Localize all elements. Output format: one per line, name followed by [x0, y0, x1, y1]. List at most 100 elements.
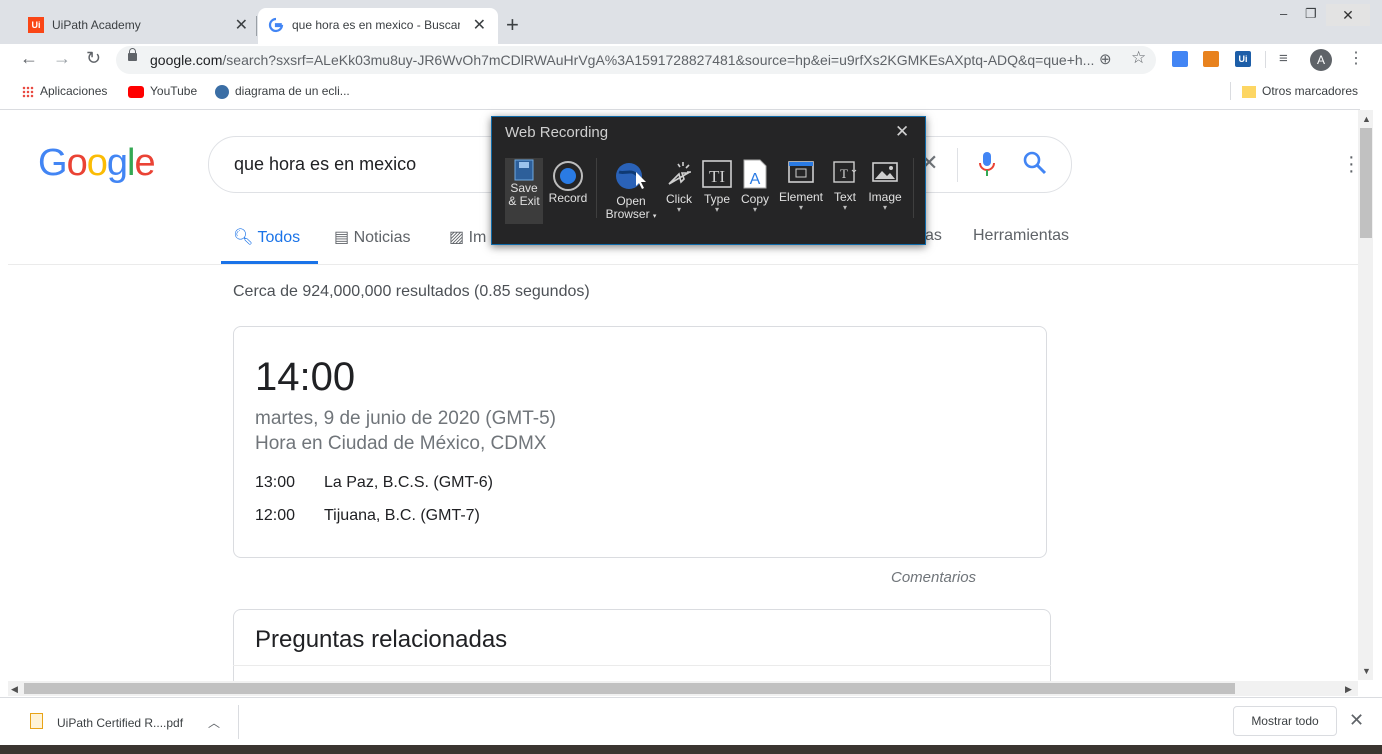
- avatar[interactable]: A: [1310, 49, 1332, 71]
- apps-grid-icon: [22, 85, 34, 98]
- new-tab-icon[interactable]: +: [506, 12, 519, 38]
- uipath-extension-icon[interactable]: Ui: [1235, 51, 1251, 67]
- youtube-icon: [128, 85, 144, 98]
- url-host: google.com: [150, 52, 223, 68]
- bookmark-youtube[interactable]: YouTube: [128, 84, 197, 98]
- tab-noticias[interactable]: ▤ Noticias: [334, 227, 410, 247]
- tab-separator: [256, 16, 257, 36]
- google-favicon-icon: [268, 17, 284, 33]
- tab-todos[interactable]: 🔍︎ Todos: [233, 227, 300, 247]
- download-file-name[interactable]: UiPath Certified R....pdf: [57, 716, 183, 730]
- close-icon[interactable]: ✕: [1349, 710, 1364, 731]
- divider: [8, 264, 1358, 265]
- reload-icon[interactable]: ↻: [86, 48, 101, 69]
- time-location: Hora en Ciudad de México, CDMX: [255, 433, 547, 454]
- scroll-right-icon[interactable]: ▶: [1345, 684, 1352, 695]
- forward-icon[interactable]: →: [53, 48, 71, 69]
- result-stats: Cerca de 924,000,000 resultados (0.85 se…: [233, 283, 590, 300]
- menu-kebab-icon[interactable]: ⋮: [1348, 48, 1364, 68]
- caret-down-icon: ▾: [652, 213, 657, 220]
- horizontal-scroll-thumb[interactable]: [24, 683, 1235, 694]
- save-icon: [514, 159, 534, 181]
- microphone-icon[interactable]: [978, 151, 996, 177]
- show-all-button[interactable]: Mostrar todo: [1233, 706, 1337, 736]
- bookmark-apps[interactable]: Aplicaciones: [22, 84, 107, 98]
- os-taskbar: [0, 745, 1382, 754]
- bookmarks-divider: [1230, 82, 1231, 100]
- divider: [0, 109, 1360, 110]
- close-icon[interactable]: ✕: [895, 122, 909, 142]
- tab-herramientas[interactable]: Herramientas: [973, 227, 1069, 245]
- recorder-title: Web Recording: [505, 124, 609, 141]
- google-logo[interactable]: Google: [38, 142, 156, 185]
- text-button[interactable]: T Text ▾: [830, 158, 860, 212]
- search-icon[interactable]: [1022, 150, 1048, 176]
- element-icon: [788, 161, 814, 183]
- zoom-icon[interactable]: ⊕: [1099, 50, 1112, 68]
- star-icon[interactable]: ☆: [1131, 48, 1146, 68]
- click-button[interactable]: Click ▾: [661, 158, 697, 214]
- svg-text:TI: TI: [709, 167, 725, 186]
- record-button[interactable]: Record: [548, 160, 588, 205]
- url-path: /search?sxsrf=ALeKk03mu8uy-JR6WvOh7mCDlR…: [222, 52, 1095, 68]
- translate-extension-icon[interactable]: [1172, 51, 1188, 67]
- other-zone-city: La Paz, B.C.S. (GMT-6): [324, 474, 493, 491]
- text-icon: T: [833, 161, 857, 183]
- vertical-scroll-thumb[interactable]: [1360, 128, 1372, 238]
- url-text[interactable]: google.com/search?sxsrf=ALeKk03mu8uy-JR6…: [150, 52, 1094, 68]
- divider: [233, 665, 1051, 666]
- lock-icon[interactable]: [128, 48, 137, 61]
- window-close-icon[interactable]: ✕: [1326, 4, 1370, 26]
- bookmark-label: diagrama de un ecli...: [235, 84, 350, 98]
- tab-google-search[interactable]: que hora es en mexico - Buscar c ✕: [258, 8, 498, 44]
- tab-uipath-academy[interactable]: Ui UiPath Academy ✕: [10, 8, 260, 44]
- caret-down-icon: ▾: [882, 203, 887, 212]
- image-button[interactable]: Image ▾: [866, 158, 904, 212]
- tab-label: Im: [468, 229, 487, 246]
- back-icon[interactable]: ←: [20, 48, 38, 69]
- scroll-left-icon[interactable]: ◀: [11, 684, 18, 695]
- news-icon: ▤: [334, 229, 350, 246]
- pdf-file-icon[interactable]: [30, 713, 43, 729]
- copy-icon: A: [743, 159, 767, 189]
- related-questions-title: Preguntas relacionadas: [255, 626, 508, 653]
- search-input[interactable]: que hora es en mexico: [234, 154, 416, 175]
- media-queue-icon[interactable]: ≡: [1279, 50, 1288, 67]
- save-exit-button[interactable]: Save & Exit: [505, 158, 543, 224]
- restore-icon[interactable]: ❐: [1305, 6, 1317, 22]
- image-icon: [872, 162, 898, 182]
- metamask-extension-icon[interactable]: [1203, 51, 1219, 67]
- copy-button[interactable]: A Copy ▾: [738, 158, 772, 214]
- feedback-link[interactable]: Comentarios: [891, 569, 976, 586]
- toolbar-separator: [913, 158, 914, 218]
- bookmark-other[interactable]: Otros marcadores: [1242, 84, 1358, 98]
- scroll-down-icon[interactable]: ▼: [1362, 666, 1371, 676]
- button-label: Record: [548, 191, 588, 205]
- minimize-icon[interactable]: –: [1280, 6, 1287, 21]
- record-icon: [553, 161, 583, 191]
- toolbar-divider: [1265, 51, 1266, 68]
- tab-imagenes[interactable]: ▨ Im: [449, 227, 486, 247]
- globe-cursor-icon: [616, 163, 646, 189]
- button-label: Save: [510, 181, 538, 195]
- image-icon: ▨: [449, 229, 465, 246]
- other-zone-time: 13:00: [255, 474, 296, 491]
- scroll-up-icon[interactable]: ▲: [1362, 114, 1371, 124]
- close-icon[interactable]: ✕: [473, 15, 486, 35]
- download-divider: [238, 705, 239, 739]
- button-label: & Exit: [508, 194, 540, 208]
- type-button[interactable]: TI Type ▾: [700, 158, 734, 214]
- button-label: Browser: [605, 207, 650, 221]
- open-browser-button[interactable]: Open Browser ▾: [603, 160, 659, 223]
- bookmark-diagrama[interactable]: diagrama de un ecli...: [215, 84, 350, 99]
- planet-icon: [215, 84, 229, 99]
- element-button[interactable]: Element ▾: [778, 158, 824, 212]
- uipath-favicon-icon: Ui: [28, 17, 44, 33]
- bookmark-label: Aplicaciones: [40, 84, 108, 98]
- google-apps-icon[interactable]: · · ·: [1348, 147, 1355, 181]
- tab-mas[interactable]: as: [925, 227, 942, 245]
- close-icon[interactable]: ✕: [235, 15, 248, 35]
- type-icon: TI: [702, 160, 732, 188]
- caret-down-icon: ▾: [752, 205, 757, 214]
- chevron-up-icon[interactable]: ︿: [208, 714, 220, 731]
